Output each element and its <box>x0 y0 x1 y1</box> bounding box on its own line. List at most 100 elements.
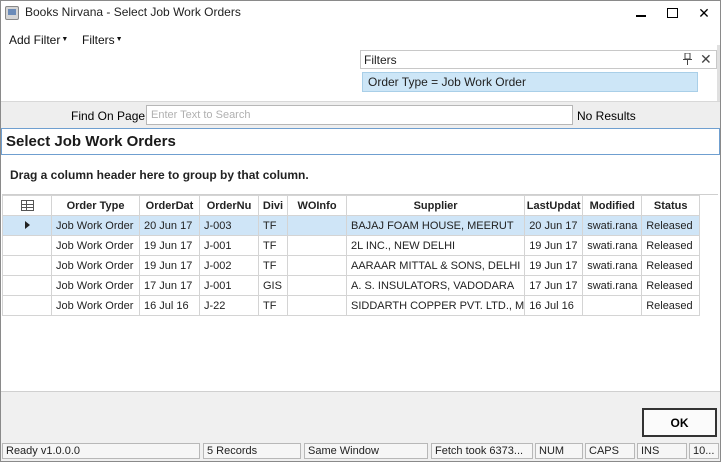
close-window-button[interactable]: ✕ <box>689 1 719 25</box>
panel-scroll-strip <box>717 45 720 101</box>
active-filter-text: Order Type = Job Work Order <box>368 75 526 89</box>
modified-by-cell[interactable] <box>582 295 643 316</box>
table-row[interactable]: Job Work Order 17 Jun 17 J-001 GIS A. S. INS… <box>2 275 701 296</box>
supplier-cell[interactable]: SIDDARTH COPPER PVT. LTD., M <box>345 295 526 316</box>
order-number-cell[interactable]: J-001 <box>199 275 259 296</box>
filters-panel-header: Filters ✕ <box>360 50 717 69</box>
maximize-icon <box>666 8 678 18</box>
status-cell[interactable]: Released <box>641 255 701 276</box>
status-cell[interactable]: Released <box>641 295 701 316</box>
status-window-mode: Same Window <box>304 443 428 459</box>
column-header[interactable]: Modified <box>582 195 643 216</box>
order-date-cell[interactable]: 17 Jun 17 <box>139 275 200 296</box>
column-chooser-icon <box>20 200 34 212</box>
supplier-cell[interactable]: 2L INC., NEW DELHI <box>345 235 526 256</box>
active-filter-item[interactable]: Order Type = Job Work Order <box>362 72 698 92</box>
order-number-cell[interactable]: J-003 <box>199 215 259 236</box>
close-icon: ✕ <box>698 4 710 21</box>
pin-icon[interactable] <box>683 52 692 68</box>
order-type-cell[interactable]: Job Work Order <box>51 295 140 316</box>
last-updated-cell[interactable]: 17 Jun 17 <box>524 275 584 296</box>
table-row[interactable]: Job Work Order 19 Jun 17 J-001 TF 2L INC., N… <box>2 235 701 256</box>
order-date-cell[interactable]: 20 Jun 17 <box>139 215 200 236</box>
row-indicator[interactable] <box>2 255 52 276</box>
status-ready: Ready v1.0.0.0 <box>2 443 200 459</box>
find-label: Find On Page <box>71 109 146 123</box>
last-updated-cell[interactable]: 19 Jun 17 <box>524 235 584 256</box>
bottom-panel <box>1 391 720 441</box>
last-updated-cell[interactable]: 19 Jun 17 <box>524 255 584 276</box>
ok-button[interactable]: OK <box>642 408 717 437</box>
title-bar: Books Nirvana - Select Job Work Orders ✕ <box>1 1 720 25</box>
find-input[interactable] <box>146 105 573 125</box>
order-type-cell[interactable]: Job Work Order <box>51 275 140 296</box>
orders-grid: Order Type OrderDat OrderNu Divi WOInfo … <box>2 194 718 389</box>
column-chooser[interactable] <box>2 195 52 216</box>
column-header[interactable]: Divi <box>258 195 288 216</box>
division-cell[interactable]: GIS <box>258 275 288 296</box>
filters-close-icon[interactable]: ✕ <box>700 51 712 68</box>
status-cell[interactable]: Released <box>641 235 701 256</box>
status-records: 5 Records <box>203 443 301 459</box>
column-header[interactable]: Supplier <box>345 195 526 216</box>
status-cell[interactable]: Released <box>641 275 701 296</box>
group-by-panel[interactable]: Drag a column header here to group by th… <box>1 157 720 191</box>
last-updated-cell[interactable]: 20 Jun 17 <box>524 215 584 236</box>
wo-info-cell[interactable] <box>287 215 347 236</box>
order-number-cell[interactable]: J-22 <box>199 295 259 316</box>
division-cell[interactable]: TF <box>258 295 288 316</box>
supplier-cell[interactable]: A. S. INSULATORS, VADODARA <box>345 275 526 296</box>
order-type-cell[interactable]: Job Work Order <box>51 235 140 256</box>
wo-info-cell[interactable] <box>287 275 347 296</box>
column-header[interactable]: OrderNu <box>199 195 259 216</box>
minimize-button[interactable] <box>626 1 656 25</box>
section-header: Select Job Work Orders <box>1 128 720 155</box>
status-cell[interactable]: Released <box>641 215 701 236</box>
row-indicator[interactable] <box>2 235 52 256</box>
order-number-cell[interactable]: J-002 <box>199 255 259 276</box>
modified-by-cell[interactable]: swati.rana <box>582 215 643 236</box>
find-bar: Find On Page No Results <box>1 101 720 128</box>
chevron-down-icon: ▼ <box>61 36 69 43</box>
minimize-icon <box>636 15 646 17</box>
add-filter-menu[interactable]: Add Filter▼ <box>9 33 68 47</box>
column-header[interactable]: WOInfo <box>287 195 347 216</box>
division-cell[interactable]: TF <box>258 235 288 256</box>
order-number-cell[interactable]: J-001 <box>199 235 259 256</box>
supplier-cell[interactable]: BAJAJ FOAM HOUSE, MEERUT <box>345 215 526 236</box>
wo-info-cell[interactable] <box>287 295 347 316</box>
maximize-button[interactable] <box>657 1 687 25</box>
last-updated-cell[interactable]: 16 Jul 16 <box>524 295 584 316</box>
division-cell[interactable]: TF <box>258 215 288 236</box>
column-header[interactable]: LastUpdat <box>524 195 584 216</box>
column-header[interactable]: Status <box>641 195 701 216</box>
modified-by-cell[interactable]: swati.rana <box>582 235 643 256</box>
column-header[interactable]: Order Type <box>51 195 140 216</box>
wo-info-cell[interactable] <box>287 235 347 256</box>
table-row[interactable]: Job Work Order 19 Jun 17 J-002 TF AARAAR MIT… <box>2 255 701 276</box>
row-indicator[interactable] <box>2 295 52 316</box>
table-body: Job Work Order 20 Jun 17 J-003 TF BAJAJ FOAM… <box>2 215 701 316</box>
modified-by-cell[interactable]: swati.rana <box>582 275 643 296</box>
find-results-text: No Results <box>577 109 636 123</box>
order-date-cell[interactable]: 19 Jun 17 <box>139 235 200 256</box>
table-row[interactable]: Job Work Order 20 Jun 17 J-003 TF BAJAJ FOAM… <box>2 215 701 236</box>
table-row[interactable]: Job Work Order 16 Jul 16 J-22 TF SIDDARTH CO… <box>2 295 701 316</box>
pin-icon-svg <box>683 52 692 65</box>
group-by-hint: Drag a column header here to group by th… <box>10 168 309 182</box>
supplier-cell[interactable]: AARAAR MITTAL & SONS, DELHI <box>345 255 526 276</box>
division-cell[interactable]: TF <box>258 255 288 276</box>
wo-info-cell[interactable] <box>287 255 347 276</box>
column-header[interactable]: OrderDat <box>139 195 200 216</box>
order-date-cell[interactable]: 16 Jul 16 <box>139 295 200 316</box>
modified-by-cell[interactable]: swati.rana <box>582 255 643 276</box>
order-type-cell[interactable]: Job Work Order <box>51 215 140 236</box>
filters-panel-title: Filters <box>364 53 397 67</box>
row-indicator[interactable] <box>2 275 52 296</box>
filters-menu[interactable]: Filters▼ <box>82 33 123 47</box>
order-date-cell[interactable]: 19 Jun 17 <box>139 255 200 276</box>
order-type-cell[interactable]: Job Work Order <box>51 255 140 276</box>
table-header-row: Order Type OrderDat OrderNu Divi WOInfo … <box>2 195 701 216</box>
row-indicator[interactable] <box>2 215 52 236</box>
menu-bar: Add Filter▼ Filters▼ <box>1 29 301 51</box>
